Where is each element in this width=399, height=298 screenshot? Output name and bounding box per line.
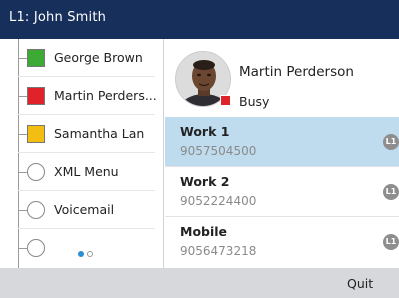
- contact-name: Martin Perderson: [239, 64, 354, 80]
- connector-stub: [18, 248, 27, 249]
- connector-stub: [18, 172, 27, 173]
- empty-key-circle-icon: [27, 239, 45, 257]
- number-type-label: Work 1: [180, 124, 230, 139]
- line-badge-icon: L1: [383, 134, 399, 150]
- connector-stub: [18, 134, 27, 135]
- presence-indicator-icon: [27, 49, 45, 67]
- busy-status-icon: [220, 95, 231, 106]
- line-title: L1: John Smith: [9, 10, 107, 25]
- line-key-label: George Brown: [54, 50, 143, 65]
- line-key-martin-perderson[interactable]: Martin Perders...: [18, 77, 157, 115]
- line-key-voicemail[interactable]: Voicemail: [18, 191, 155, 229]
- softkey-bar: Quit: [0, 268, 399, 298]
- number-type-label: Work 2: [180, 174, 230, 189]
- empty-key-circle-icon: [27, 163, 45, 181]
- line-key-label: Samantha Lan: [54, 126, 145, 141]
- phone-number-row-mobile[interactable]: Mobile 9056473218 L1: [165, 217, 399, 268]
- line-key-label: XML Menu: [54, 164, 119, 179]
- contact-header: Martin Perderson Busy: [165, 39, 399, 117]
- phone-number: 9056473218: [180, 244, 257, 258]
- line-key-george-brown[interactable]: George Brown: [18, 39, 155, 77]
- line-badge-icon: L1: [383, 184, 399, 200]
- page-dot-inactive: [87, 250, 93, 257]
- line-key-samantha-lan[interactable]: Samantha Lan: [18, 115, 155, 153]
- contact-status: Busy: [239, 94, 270, 109]
- title-bar: L1: John Smith: [0, 0, 399, 39]
- line-key-xml-menu[interactable]: XML Menu: [18, 153, 155, 191]
- page-dot-active: [78, 250, 84, 257]
- phone-number-row-work-2[interactable]: Work 2 9052224400 L1: [165, 167, 399, 217]
- line-key-panel: George Brown Martin Perders... Samantha …: [0, 39, 164, 268]
- empty-key-circle-icon: [27, 201, 45, 219]
- connector-stub: [18, 58, 27, 59]
- page-indicator[interactable]: [78, 243, 96, 262]
- number-type-label: Mobile: [180, 224, 228, 239]
- line-key-label: Martin Perders...: [54, 88, 157, 103]
- quit-softkey[interactable]: Quit: [347, 276, 373, 291]
- line-key-label: Voicemail: [54, 202, 115, 217]
- phone-number-row-work-1[interactable]: Work 1 9057504500 L1: [165, 117, 399, 167]
- phone-number: 9052224400: [180, 194, 257, 208]
- connector-stub: [18, 210, 27, 211]
- connector-stub: [18, 96, 27, 97]
- presence-indicator-icon: [27, 87, 45, 105]
- presence-indicator-icon: [27, 125, 45, 143]
- phone-number: 9057504500: [180, 144, 257, 158]
- line-badge-icon: L1: [383, 234, 399, 250]
